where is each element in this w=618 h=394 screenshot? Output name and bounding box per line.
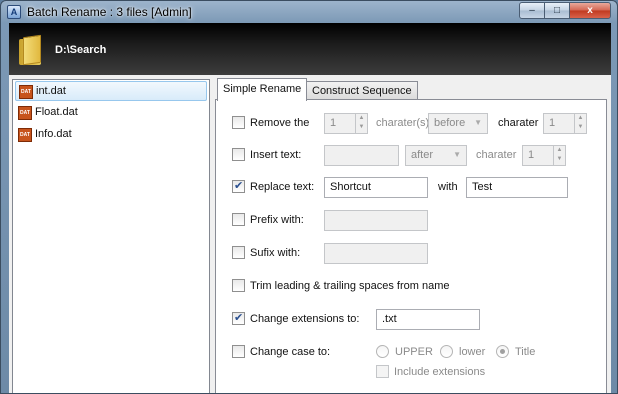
tab-simple-rename[interactable]: Simple Rename xyxy=(217,78,308,101)
sufix-checkbox[interactable] xyxy=(232,246,245,259)
case-label: Change case to: xyxy=(250,346,331,358)
file-name: Float.dat xyxy=(35,106,78,118)
extension-label: Change extensions to: xyxy=(250,313,360,325)
minimize-button[interactable]: – xyxy=(519,2,545,19)
chevron-down-icon: ▼ xyxy=(474,118,482,127)
chevron-down-icon: ▼ xyxy=(453,150,461,159)
file-name: int.dat xyxy=(36,85,66,97)
sufix-input[interactable] xyxy=(324,243,428,264)
extension-input[interactable]: .txt xyxy=(376,309,480,330)
title-bar[interactable]: A Batch Rename : 3 files [Admin] – □ x xyxy=(1,1,617,23)
prefix-input[interactable] xyxy=(324,210,428,231)
replace-with-input[interactable]: Test xyxy=(466,177,568,198)
remove-checkbox[interactable] xyxy=(232,116,245,129)
include-extensions-checkbox[interactable] xyxy=(376,365,389,378)
file-list[interactable]: DAT int.dat DAT Float.dat DAT Info.dat xyxy=(12,79,210,393)
replace-with-label: with xyxy=(438,181,458,193)
remove-charater-label: charater xyxy=(498,117,539,129)
case-lower-label: lower xyxy=(459,346,486,358)
case-title-radio[interactable] xyxy=(496,345,509,358)
insert-checkbox[interactable] xyxy=(232,148,245,161)
case-upper-radio[interactable] xyxy=(376,345,389,358)
simple-rename-panel: Remove the 1 ▲ ▼ charater(s) before ▼ cha… xyxy=(215,99,607,393)
stepper-arrows-icon[interactable]: ▲ ▼ xyxy=(355,114,367,133)
close-button[interactable]: x xyxy=(569,2,611,19)
file-list-item[interactable]: DAT Info.dat xyxy=(15,125,207,145)
sufix-label: Sufix with: xyxy=(250,247,301,259)
trim-label: Trim leading & trailing spaces from name xyxy=(250,280,450,292)
trim-checkbox[interactable] xyxy=(232,279,245,292)
remove-label: Remove the xyxy=(250,117,310,129)
stepper-arrows-icon[interactable]: ▲ ▼ xyxy=(553,146,565,165)
case-lower-radio[interactable] xyxy=(440,345,453,358)
replace-checkbox[interactable] xyxy=(232,179,245,193)
remove-charater-stepper[interactable]: 1 ▲ ▼ xyxy=(543,113,587,134)
dat-file-icon: DAT xyxy=(18,128,32,142)
extension-checkbox[interactable] xyxy=(232,311,245,325)
case-upper-label: UPPER xyxy=(395,346,433,358)
insert-text-input[interactable] xyxy=(324,145,399,166)
insert-charater-stepper[interactable]: 1 ▲ ▼ xyxy=(522,145,566,166)
remove-position-select[interactable]: before ▼ xyxy=(428,113,488,134)
window-title: Batch Rename : 3 files [Admin] xyxy=(27,5,192,19)
include-extensions-label: Include extensions xyxy=(394,366,486,378)
tab-construct-sequence[interactable]: Construct Sequence xyxy=(306,81,418,99)
maximize-button[interactable]: □ xyxy=(544,2,570,19)
dat-file-icon: DAT xyxy=(18,106,32,120)
folder-header: D:\Search xyxy=(9,23,611,75)
folder-icon xyxy=(19,34,49,66)
file-name: Info.dat xyxy=(35,128,72,140)
prefix-label: Prefix with: xyxy=(250,214,304,226)
remove-count-stepper[interactable]: 1 ▲ ▼ xyxy=(324,113,368,134)
insert-label: Insert text: xyxy=(250,149,302,161)
batch-rename-window: A Batch Rename : 3 files [Admin] – □ x D… xyxy=(0,0,618,394)
insert-position-select[interactable]: after ▼ xyxy=(405,145,467,166)
case-checkbox[interactable] xyxy=(232,345,245,358)
client-area: DAT int.dat DAT Float.dat DAT Info.dat S… xyxy=(9,75,611,393)
stepper-arrows-icon[interactable]: ▲ ▼ xyxy=(574,114,586,133)
remove-unit-label: charater(s) xyxy=(376,117,430,129)
folder-path: D:\Search xyxy=(55,44,107,56)
replace-find-input[interactable]: Shortcut xyxy=(324,177,428,198)
case-title-label: Title xyxy=(515,346,536,358)
replace-label: Replace text: xyxy=(250,181,315,193)
file-list-item[interactable]: DAT int.dat xyxy=(15,81,207,101)
insert-charater-label: charater xyxy=(476,149,517,161)
prefix-checkbox[interactable] xyxy=(232,213,245,226)
dat-file-icon: DAT xyxy=(19,85,33,99)
app-icon: A xyxy=(7,5,21,19)
file-list-item[interactable]: DAT Float.dat xyxy=(15,103,207,123)
